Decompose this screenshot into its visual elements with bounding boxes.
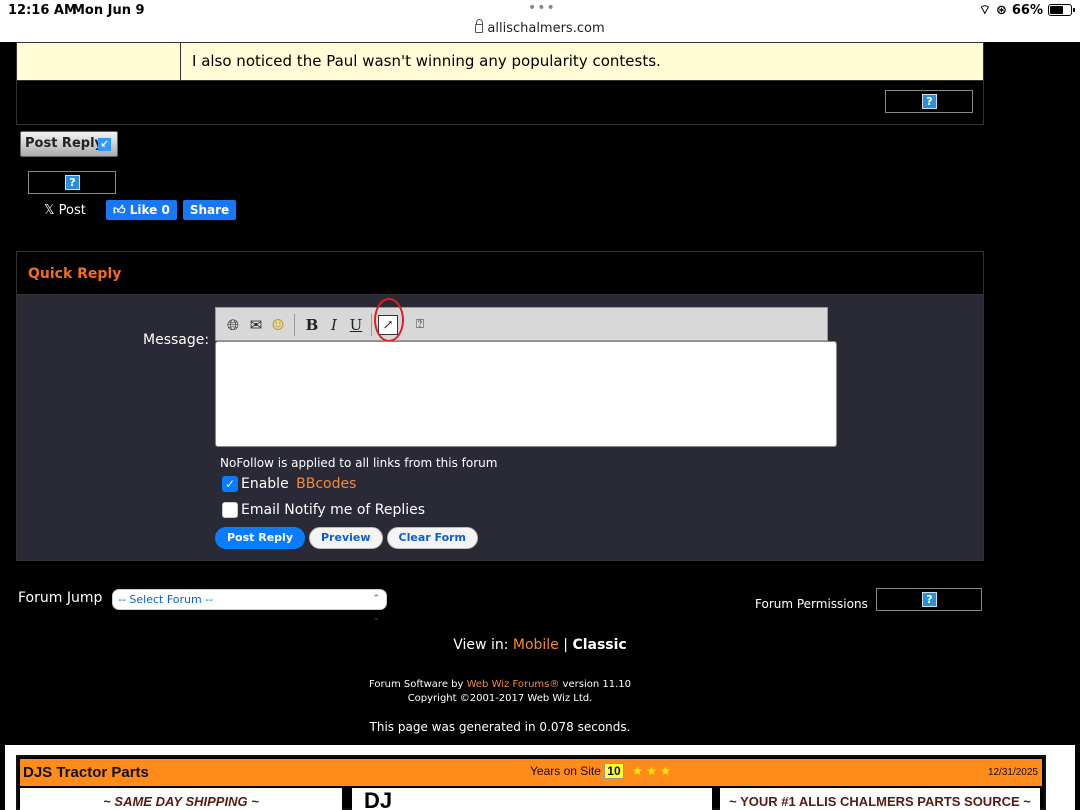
quick-reply-form: Message: 🌐︎ ✉ ☺ B I U ↗ ⍰ NoFollow is ap… — [16, 295, 984, 561]
help-icon[interactable]: ? — [65, 175, 80, 190]
wifi-icon: ⌔ — [978, 3, 991, 18]
bold-icon[interactable]: B — [302, 315, 322, 335]
fb-like-label: Like 0 — [129, 203, 170, 217]
sponsor-ad-header: DJS Tractor Parts Years on Site 10 ★ ★ ★… — [20, 759, 1042, 787]
years-label: Years on Site — [530, 764, 601, 778]
ad-left-slogan: ~ SAME DAY SHIPPING ~ — [20, 788, 342, 810]
page-generated-time: This page was generated in 0.078 seconds… — [369, 720, 631, 734]
battery-icon — [1048, 4, 1075, 16]
x-logo-icon: 𝕏 — [44, 202, 59, 218]
address-url: allischalmers.com — [487, 21, 605, 36]
post-row: I also noticed the Paul wasn't winning a… — [16, 42, 984, 81]
forum-jump-select[interactable]: -- Select Forum -- ⌃ ⌄ — [112, 589, 387, 623]
quick-reply-title: Quick Reply — [28, 266, 122, 282]
thumbs-up-icon: 👍︎ — [113, 203, 130, 217]
quick-reply-header: Quick Reply — [16, 251, 984, 295]
facebook-share-button[interactable]: Share — [182, 200, 237, 220]
credits-prefix: Forum Software by — [369, 679, 467, 690]
form-buttons: Post Reply Preview Clear Form — [215, 527, 479, 549]
software-credits: Forum Software by Web Wiz Forums® versio… — [0, 678, 1000, 706]
forum-jump-label: Forum Jump — [18, 590, 103, 606]
post-text: I also noticed the Paul wasn't winning a… — [192, 52, 661, 70]
view-separator: | — [558, 637, 573, 653]
sponsor-name: DJS Tractor Parts — [23, 764, 149, 781]
forum-jump-selected: -- Select Forum -- — [118, 593, 214, 606]
post-reply-button[interactable]: Post Reply ↙ — [20, 131, 118, 157]
view-in-prefix: View in: — [453, 637, 513, 653]
clear-form-button[interactable]: Clear Form — [386, 527, 479, 549]
email-notify-row: Email Notify me of Replies — [222, 502, 425, 518]
enable-bbcodes-checkbox[interactable]: ✓ — [222, 476, 238, 492]
years-count: 10 — [604, 763, 624, 779]
nofollow-note: NoFollow is applied to all links from th… — [220, 456, 498, 470]
post-footer: ? — [16, 81, 984, 125]
preview-button[interactable]: Preview — [309, 527, 383, 549]
enable-label: Enable — [241, 476, 294, 492]
annotation-circle — [374, 298, 404, 342]
italic-icon[interactable]: I — [324, 315, 344, 335]
credits-version: version 11.10 — [559, 679, 631, 690]
reply-arrow-icon: ↙ — [98, 138, 111, 151]
classic-view-label: Classic — [572, 637, 627, 653]
toolbar-divider — [294, 314, 295, 336]
sponsor-ad-frame: DJS Tractor Parts Years on Site 10 ★ ★ ★… — [16, 755, 1046, 810]
sponsor-date: 12/31/2025 — [987, 767, 1038, 778]
post-author-cell — [17, 43, 181, 80]
address-bar[interactable]: allischalmers.com — [0, 19, 1080, 36]
help-icon[interactable]: ? — [922, 592, 937, 607]
copyright-text: Copyright ©2001-2017 Web Wiz Ltd. — [407, 693, 593, 704]
x-post-label: Post — [58, 202, 86, 218]
x-post-button[interactable]: 𝕏 Post — [44, 203, 100, 218]
select-caret-icon: ⌃ ⌄ — [372, 594, 380, 623]
forum-permissions-label: Forum Permissions — [755, 597, 868, 611]
post-reply-label: Post Reply — [25, 136, 103, 151]
message-textarea[interactable] — [215, 341, 837, 447]
insert-hyperlink-icon[interactable]: 🌐︎ — [223, 315, 243, 335]
email-notify-checkbox[interactable] — [222, 502, 238, 518]
clock-date: Mon Jun 9 — [72, 3, 145, 18]
years-on-site: Years on Site 10 ★ ★ ★ — [530, 763, 671, 779]
underline-icon[interactable]: U — [346, 315, 366, 335]
insert-email-icon[interactable]: ✉ — [246, 315, 266, 335]
submit-post-reply-button[interactable]: Post Reply — [215, 527, 305, 549]
battery-percentage: 66% — [1011, 2, 1043, 18]
enable-bbcodes-row: ✓ Enable BBcodes — [222, 476, 356, 492]
insert-smiley-icon[interactable]: ☺ — [268, 315, 288, 335]
multitasking-dots-icon[interactable]: ••• — [528, 0, 556, 16]
forum-permissions-box[interactable]: ? — [876, 588, 982, 611]
browser-status-bar: 12:16 AM Mon Jun 9 ••• allischalmers.com… — [0, 0, 1080, 42]
mobile-view-link[interactable]: Mobile — [513, 637, 559, 653]
editor-toolbar: 🌐︎ ✉ ☺ B I U ↗ ⍰ — [215, 307, 828, 341]
web-wiz-link[interactable]: Web Wiz Forums® — [467, 679, 560, 690]
ad-center-logo: DJ — [352, 788, 712, 810]
view-in-switcher: View in: Mobile | Classic — [0, 637, 1080, 653]
post-help-box[interactable]: ? — [885, 90, 973, 113]
lock-icon — [475, 19, 484, 33]
bbcodes-link[interactable]: BBcodes — [296, 476, 356, 492]
email-notify-label: Email Notify me of Replies — [241, 502, 426, 518]
thread-help-box[interactable]: ? — [28, 171, 116, 194]
toolbar-divider — [371, 314, 372, 336]
clock-time: 12:16 AM — [8, 3, 77, 18]
orientation-lock-icon: ⊛ — [995, 2, 1007, 18]
message-label: Message: — [143, 332, 210, 348]
help-tooltip-icon[interactable]: ⍰ — [410, 315, 430, 335]
ad-right-slogan: ~ YOUR #1 ALLIS CHALMERS PARTS SOURCE ~ — [720, 788, 1040, 810]
facebook-like-button[interactable]: 👍︎ Like 0 — [106, 200, 177, 220]
social-share-bar: 𝕏 Post 👍︎ Like 0 Share — [44, 200, 237, 220]
help-icon[interactable]: ? — [922, 94, 937, 109]
status-icons: ⌔ ⊛ 66% — [978, 2, 1075, 18]
sponsor-ad[interactable]: DJS Tractor Parts Years on Site 10 ★ ★ ★… — [5, 745, 1075, 810]
rating-stars-icon: ★ ★ ★ — [632, 764, 671, 778]
